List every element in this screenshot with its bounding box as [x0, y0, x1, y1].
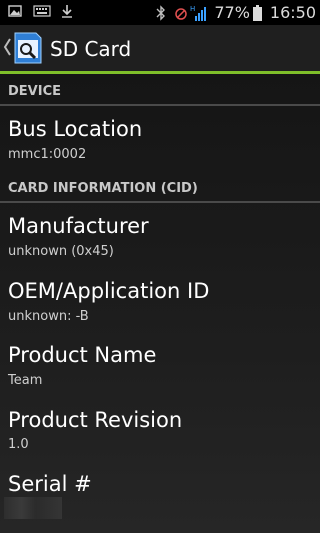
- sd-card-app-icon[interactable]: [12, 31, 44, 65]
- section-divider: [0, 104, 320, 106]
- oem-application-id-title: OEM/Application ID: [8, 279, 210, 303]
- content-area: [0, 74, 320, 533]
- section-header-label: CARD INFORMATION (CID): [8, 181, 198, 196]
- image-icon: [8, 5, 22, 17]
- status-bar: H 77% 16:50: [0, 0, 320, 25]
- action-bar: [0, 25, 320, 71]
- signal-h-icon: H: [190, 5, 207, 21]
- product-revision-value: 1.0: [8, 437, 29, 452]
- product-name-title: Product Name: [8, 343, 157, 367]
- oem-application-id-value: unknown: -B: [8, 309, 89, 324]
- page-title: SD Card: [50, 37, 132, 61]
- section-header-device: DEVICE: [0, 76, 320, 106]
- product-revision-title: Product Revision: [8, 408, 183, 432]
- section-header-label: DEVICE: [8, 84, 61, 99]
- serial-number-value-redacted: [4, 497, 62, 519]
- section-header-cid: CARD INFORMATION (CID): [0, 173, 320, 203]
- keyboard-icon: [33, 5, 51, 17]
- bus-location-value: mmc1:0002: [8, 147, 87, 162]
- battery-icon: [252, 4, 262, 21]
- bus-location-title: Bus Location: [8, 117, 143, 141]
- manufacturer-value: unknown (0x45): [8, 244, 114, 259]
- status-right-group: H 77% 16:50: [156, 0, 316, 25]
- manufacturer-title: Manufacturer: [8, 214, 149, 238]
- section-divider: [0, 201, 320, 203]
- download-icon: [62, 5, 72, 18]
- clock-time: 16:50: [269, 3, 316, 22]
- sim-status-icon: [175, 7, 188, 20]
- svg-text:H: H: [190, 5, 195, 13]
- back-chevron-icon[interactable]: [2, 36, 12, 58]
- serial-number-title: Serial #: [8, 472, 92, 496]
- bluetooth-icon: [156, 4, 166, 21]
- battery-percent: 77%: [214, 3, 250, 22]
- product-name-value: Team: [8, 373, 43, 388]
